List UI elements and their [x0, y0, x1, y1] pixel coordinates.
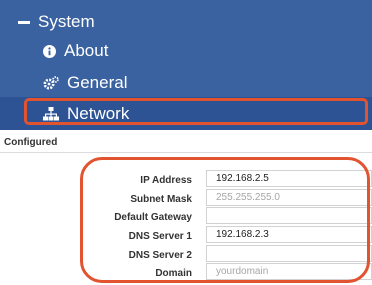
sidebar-item-label: About	[64, 41, 109, 60]
sidebar-item-label: General	[67, 73, 128, 92]
sidebar-item-about[interactable]: About	[43, 41, 108, 61]
sidebar: System About General Network	[0, 0, 372, 130]
info-circle-icon	[43, 44, 56, 58]
minus-icon	[18, 16, 30, 28]
cogs-icon	[43, 76, 59, 90]
sidebar-group-system[interactable]: System	[18, 12, 95, 32]
network-item-annotation	[24, 98, 368, 125]
sidebar-item-general[interactable]: General	[43, 73, 127, 93]
section-divider	[0, 152, 372, 153]
section-title: Configured	[4, 137, 58, 148]
form-annotation	[80, 157, 370, 283]
sidebar-group-label: System	[38, 12, 95, 31]
